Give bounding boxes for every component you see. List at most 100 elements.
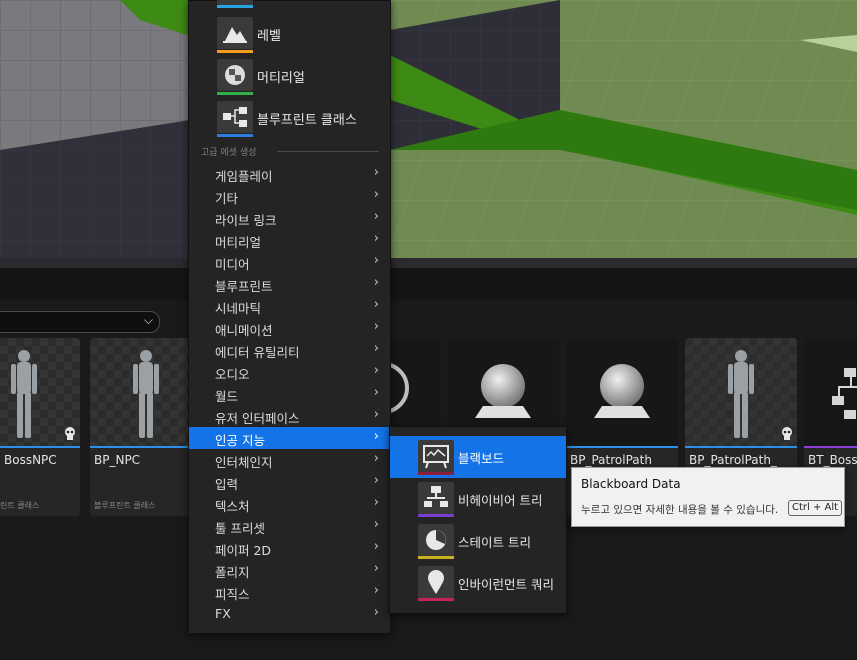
menu-item-label: 블루프린트 클래스 <box>257 113 357 128</box>
submenu-item-environment-query[interactable]: 인바이런먼트 쿼리 <box>390 562 566 604</box>
menu-item-blueprint-class[interactable]: 블루프린트 클래스 <box>189 101 389 141</box>
chevron-right-icon: › <box>373 231 379 246</box>
asset-name: BP_NPC <box>94 453 141 467</box>
category-label: 텍스처 <box>215 499 250 514</box>
chevron-right-icon: › <box>373 429 379 444</box>
chevron-right-icon: › <box>373 451 379 466</box>
submenu-item-behavior-tree[interactable]: 비헤이비어 트리 <box>390 478 566 520</box>
category-label: 인터체인지 <box>215 455 273 470</box>
category-item[interactable]: 오디오 › <box>189 361 389 383</box>
category-item[interactable]: 월드 › <box>189 383 389 405</box>
chevron-right-icon: › <box>373 363 379 378</box>
category-label: 에디터 유틸리티 <box>215 345 300 360</box>
category-item[interactable]: 시네마틱 › <box>189 295 389 317</box>
tooltip-hint: 누르고 있으면 자세한 내용을 볼 수 있습니다. <box>581 504 779 516</box>
blackboard-icon <box>418 440 454 475</box>
category-item[interactable]: 유저 인터페이스 › <box>189 405 389 427</box>
asset-tile[interactable]: BossNPC 린트 클래스 <box>0 338 80 516</box>
category-item[interactable]: 라이브 링크 › <box>189 207 389 229</box>
chevron-right-icon: › <box>373 341 379 356</box>
submenu-item-label: 비헤이비어 트리 <box>458 493 543 508</box>
category-label: 툴 프리셋 <box>215 521 265 536</box>
chevron-right-icon: › <box>373 583 379 598</box>
submenu-item-state-tree[interactable]: 스테이트 트리 <box>390 520 566 562</box>
category-item[interactable]: 페이퍼 2D › <box>189 537 389 559</box>
chevron-right-icon: › <box>373 539 379 554</box>
material-icon <box>217 59 253 95</box>
category-label: 라이브 링크 <box>215 213 277 228</box>
level-viewport[interactable] <box>0 0 857 266</box>
chevron-right-icon: › <box>373 275 379 290</box>
menu-item-label: 레벨 <box>257 29 281 44</box>
category-label: 미디어 <box>215 257 250 272</box>
chevron-right-icon: › <box>373 319 379 334</box>
submenu-item-label: 인바이런먼트 쿼리 <box>458 577 554 592</box>
category-label: 인공 지능 <box>215 433 265 448</box>
category-label: 애니메이션 <box>215 323 273 338</box>
asset-thumbnail <box>0 338 80 446</box>
menu-item-label: 머티리얼 <box>257 71 305 86</box>
menu-item-material[interactable]: 머티리얼 <box>189 59 389 99</box>
submenu-item-label: 블랙보드 <box>458 451 505 466</box>
chevron-right-icon: › <box>373 561 379 576</box>
category-label: FX <box>215 606 231 621</box>
chevron-right-icon: › <box>373 209 379 224</box>
category-item[interactable]: 에디터 유틸리티 › <box>189 339 389 361</box>
skull-icon <box>782 427 792 440</box>
tooltip-title: Blackboard Data <box>581 477 681 491</box>
category-item[interactable]: 머티리얼 › <box>189 229 389 251</box>
chevron-right-icon: › <box>373 407 379 422</box>
category-item[interactable]: 미디어 › <box>189 251 389 273</box>
chevron-right-icon: › <box>373 495 379 510</box>
chevron-right-icon: › <box>373 297 379 312</box>
level-icon <box>217 17 253 53</box>
chevron-right-icon: › <box>373 253 379 268</box>
menu-item-level[interactable]: 레벨 <box>189 17 389 57</box>
category-label: 게임플레이 <box>215 169 273 184</box>
tooltip: Blackboard Data 누르고 있으면 자세한 내용을 볼 수 있습니다… <box>571 467 845 527</box>
category-item[interactable]: 툴 프리셋 › <box>189 515 389 537</box>
category-item[interactable]: 게임플레이 › <box>189 163 389 185</box>
chevron-down-icon: ⌵ <box>143 313 153 327</box>
category-item[interactable]: 입력 › <box>189 471 389 493</box>
asset-thumbnail <box>566 338 678 446</box>
asset-thumbnail <box>685 338 797 446</box>
asset-thumbnail <box>804 338 857 446</box>
behavior-tree-icon <box>418 482 454 517</box>
category-item[interactable]: 텍스처 › <box>189 493 389 515</box>
category-item[interactable]: FX › <box>189 603 389 625</box>
category-label: 오디오 <box>215 367 250 382</box>
category-label: 입력 <box>215 477 239 492</box>
chevron-right-icon: › <box>373 385 379 400</box>
asset-name: BP_PatrolPath_ <box>689 453 777 467</box>
state-tree-icon <box>418 524 454 559</box>
submenu-item-blackboard[interactable]: 블랙보드 <box>390 436 566 478</box>
category-label: 머티리얼 <box>215 235 262 250</box>
category-item[interactable]: 폴리지 › <box>189 559 389 581</box>
skull-icon <box>65 427 75 440</box>
chevron-right-icon: › <box>373 605 379 620</box>
category-item[interactable]: 애니메이션 › <box>189 317 389 339</box>
category-label: 월드 <box>215 389 239 404</box>
tooltip-shortcut: Ctrl + Alt <box>788 500 843 516</box>
environment-query-icon <box>418 566 454 601</box>
asset-name: BossNPC <box>4 453 57 467</box>
asset-name: BP_PatrolPath <box>570 453 652 467</box>
asset-tile[interactable]: BP_NPC 블루프린트 클래스 <box>90 338 202 516</box>
category-label: 페이퍼 2D <box>215 543 272 558</box>
category-label: 유저 인터페이스 <box>215 411 300 426</box>
section-divider <box>277 151 379 152</box>
chevron-right-icon: › <box>373 187 379 202</box>
filter-dropdown[interactable]: ⌵ <box>0 311 160 333</box>
category-label: 블루프린트 <box>215 279 273 294</box>
category-item[interactable]: 블루프린트 › <box>189 273 389 295</box>
category-item[interactable]: 인터체인지 › <box>189 449 389 471</box>
category-label: 폴리지 <box>215 565 250 580</box>
category-label: 기타 <box>215 191 239 206</box>
category-item[interactable]: 인공 지능 › <box>189 427 389 449</box>
ai-submenu: 블랙보드 비헤이비어 트리 스테이트 트리 인바이런먼트 쿼리 <box>389 426 567 614</box>
category-item[interactable]: 기타 › <box>189 185 389 207</box>
category-label: 시네마틱 <box>215 301 262 316</box>
chevron-right-icon: › <box>373 165 379 180</box>
category-item[interactable]: 피직스 › <box>189 581 389 603</box>
